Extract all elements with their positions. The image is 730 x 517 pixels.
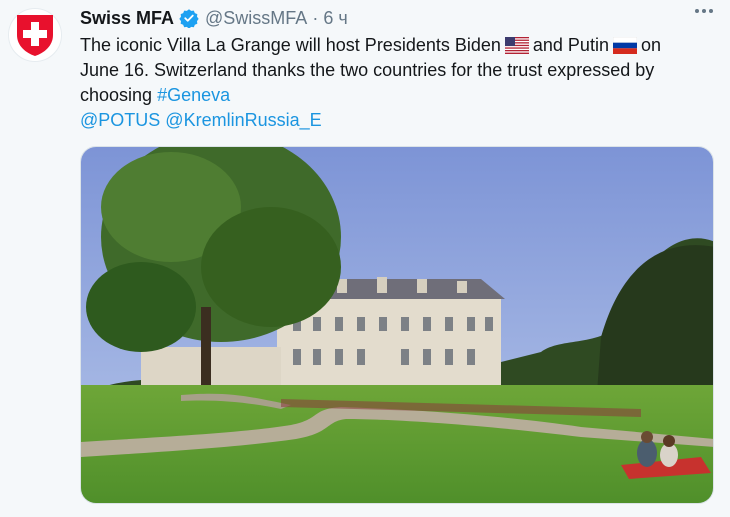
tweet-line-3: choosing #Geneva bbox=[80, 83, 715, 108]
swiss-cross-shield-icon bbox=[17, 15, 53, 56]
tweet-line-4: @POTUS @KremlinRussia_E bbox=[80, 108, 715, 133]
mention-potus-link[interactable]: @POTUS bbox=[80, 110, 160, 130]
tweet-text-segment: choosing bbox=[80, 85, 153, 105]
tweet-line-2: June 16. Switzerland thanks the two coun… bbox=[80, 60, 655, 80]
tweet-line-1: The iconic Villa La Grange will host Pre… bbox=[80, 33, 715, 58]
us-flag-icon bbox=[504, 37, 529, 54]
tweet-text-segment: and Putin bbox=[532, 35, 609, 55]
avatar[interactable] bbox=[8, 8, 62, 62]
tweet-header: Swiss MFA @SwissMFA · 6 ч bbox=[80, 6, 720, 30]
tweet-timestamp[interactable]: 6 ч bbox=[323, 8, 347, 29]
more-options-button[interactable] bbox=[692, 4, 716, 24]
hashtag-geneva-link[interactable]: #Geneva bbox=[157, 85, 230, 105]
tweet-text-segment: on bbox=[640, 35, 661, 55]
verified-badge-icon bbox=[179, 9, 199, 28]
mention-kremlin-link[interactable]: @KremlinRussia_E bbox=[165, 110, 321, 130]
separator-dot: · bbox=[312, 7, 319, 28]
more-dots-icon bbox=[695, 9, 713, 13]
account-name[interactable]: Swiss MFA bbox=[80, 8, 174, 29]
tweet-card[interactable]: Swiss MFA @SwissMFA · 6 ч The iconic Vil… bbox=[0, 0, 730, 517]
tweet-text: The iconic Villa La Grange will host Pre… bbox=[80, 33, 715, 133]
tweet-text-segment: The iconic Villa La Grange will host Pre… bbox=[80, 35, 501, 55]
account-handle[interactable]: @SwissMFA bbox=[205, 8, 307, 29]
russia-flag-icon bbox=[612, 37, 637, 54]
tweet-photo[interactable] bbox=[80, 146, 714, 504]
villa-la-grange-photo bbox=[81, 147, 713, 503]
